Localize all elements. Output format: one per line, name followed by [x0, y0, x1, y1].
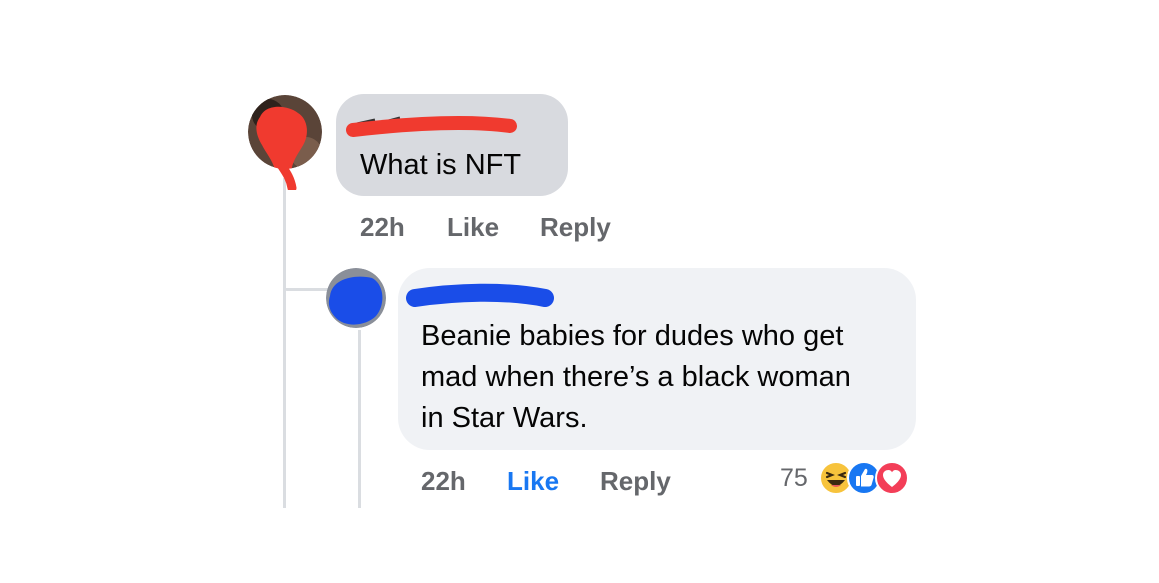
comment-1-text: What is NFT [360, 149, 522, 181]
commenter-1-avatar[interactable] [248, 95, 322, 169]
comment-1-reply-button[interactable]: Reply [540, 212, 611, 243]
commenter-2-name-redacted[interactable] [405, 282, 555, 314]
thread-line-branch [284, 288, 330, 291]
comment-2-like-button[interactable]: Like [507, 466, 559, 497]
reaction-icons[interactable] [818, 458, 918, 498]
comment-2-reply-button[interactable]: Reply [600, 466, 671, 497]
comment-2-text-line-3: in Star Wars. [421, 402, 588, 434]
thread-line-main [283, 178, 286, 508]
love-icon [875, 461, 909, 495]
commenter-2-avatar[interactable] [326, 268, 386, 328]
redaction-scribble-red [270, 155, 300, 193]
reaction-count[interactable]: 75 [780, 464, 808, 493]
comment-2-text-line-1: Beanie babies for dudes who get [421, 320, 844, 352]
comment-1-like-button[interactable]: Like [447, 212, 499, 243]
commenter-1-name-redacted[interactable] [345, 110, 520, 142]
comment-1-timestamp[interactable]: 22h [360, 212, 405, 243]
comment-2-text-line-2: mad when there’s a black woman [421, 361, 851, 393]
comment-2-text: Beanie babies for dudes who get mad when… [421, 316, 901, 439]
thread-line-reply [358, 330, 361, 508]
comment-2-timestamp[interactable]: 22h [421, 466, 466, 497]
